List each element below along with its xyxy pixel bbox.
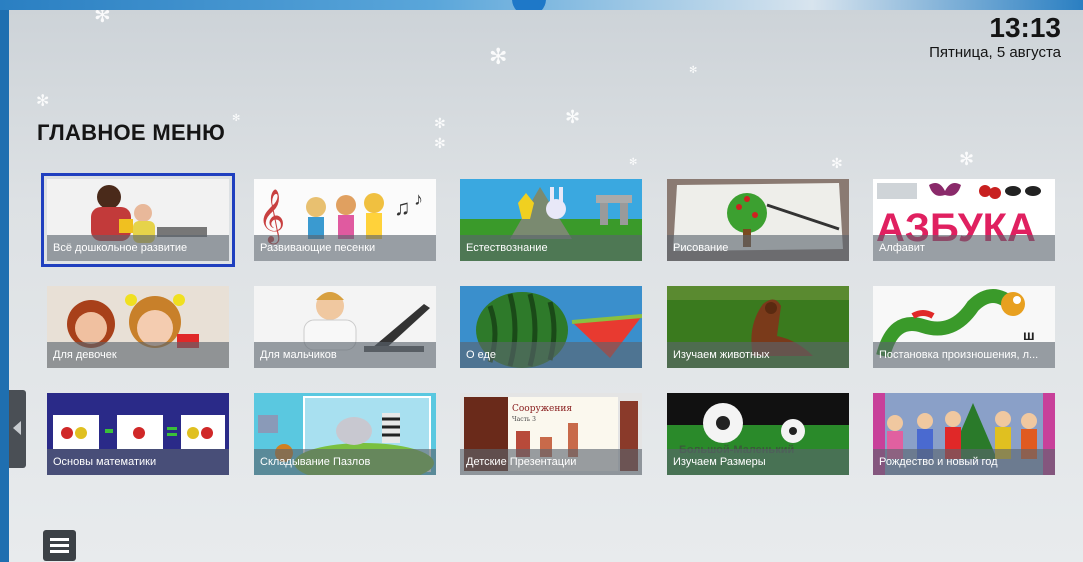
hamburger-menu-button[interactable] — [43, 530, 76, 561]
clock-widget: 13:13 Пятница, 5 августа — [929, 13, 1061, 62]
tile-label: О еде — [460, 342, 642, 368]
snowflake-icon: ✻ — [434, 135, 446, 151]
tile-label: Развивающие песенки — [254, 235, 436, 261]
snowflake-icon: ✻ — [959, 149, 975, 169]
snowflake-icon: ✻ — [831, 155, 843, 171]
hamburger-menu-icon-line — [50, 544, 69, 547]
tile-pronunciation[interactable]: ш Постановка произношения, л... — [873, 286, 1055, 368]
snowflake-icon: ✻ — [94, 10, 111, 27]
tile-label: Для девочек — [47, 342, 229, 368]
tile-label: Изучаем животных — [667, 342, 849, 368]
tile-label: Постановка произношения, л... — [873, 342, 1055, 368]
tile-preschool[interactable]: Всё дошкольное развитие — [41, 173, 235, 267]
tile-food[interactable]: О еде — [460, 286, 642, 368]
page-title: ГЛАВНОЕ МЕНЮ — [37, 120, 226, 145]
presentation-art-subtitle: Часть 3 — [512, 416, 536, 423]
tile-girls[interactable]: Для девочек — [47, 286, 229, 368]
tile-label: Рисование — [667, 235, 849, 261]
tile-label: Всё дошкольное развитие — [47, 235, 229, 261]
tile-label: Естествознание — [460, 235, 642, 261]
tile-boys[interactable]: Для мальчиков — [254, 286, 436, 368]
tile-christmas[interactable]: Рождество и новый год — [873, 393, 1055, 475]
tile-drawing[interactable]: Рисование — [667, 179, 849, 261]
tile-label: Для мальчиков — [254, 342, 436, 368]
tile-label: Рождество и новый год — [873, 449, 1055, 475]
snowflake-icon: ✻ — [36, 93, 50, 110]
presentation-art-title: Сооружения — [512, 404, 572, 414]
hamburger-menu-icon — [50, 538, 69, 541]
hamburger-menu-icon-line — [50, 550, 69, 553]
svg-text:ш: ш — [1023, 327, 1035, 343]
tile-presentations[interactable]: Сооружения Часть 3 Детские Презентации — [460, 393, 642, 475]
tile-sizes[interactable]: Большой-Маленький Изучаем Размеры — [667, 393, 849, 475]
clock-date: Пятница, 5 августа — [929, 44, 1061, 61]
tile-songs[interactable]: 𝄞 ♫ ♪ Развивающие песенки — [254, 179, 436, 261]
tile-nature[interactable]: Естествознание — [460, 179, 642, 261]
svg-text:♪: ♪ — [414, 189, 423, 209]
snowflake-icon: ✻ — [565, 107, 581, 127]
tile-animals[interactable]: Изучаем животных — [667, 286, 849, 368]
snowflake-icon: ✻ — [232, 113, 241, 124]
tile-label: Алфавит — [873, 235, 1055, 261]
side-panel-handle[interactable] — [9, 390, 26, 468]
svg-text:♫: ♫ — [394, 195, 411, 220]
tile-label: Изучаем Размеры — [667, 449, 849, 475]
tile-alphabet[interactable]: АЗБУКА Алфавит — [873, 179, 1055, 261]
tile-puzzles[interactable]: Складывание Пазлов — [254, 393, 436, 475]
tile-math[interactable]: Основы математики — [47, 393, 229, 475]
tile-label: Складывание Пазлов — [254, 449, 436, 475]
snowflake-icon: ✻ — [489, 44, 508, 69]
snowflake-icon: ✻ — [629, 157, 638, 168]
tile-label: Детские Презентации — [460, 449, 642, 475]
snowflake-icon: ✻ — [434, 115, 446, 131]
clock-time: 13:13 — [989, 12, 1061, 43]
tile-label: Основы математики — [47, 449, 229, 475]
snowflake-icon: ✻ — [689, 65, 698, 76]
chevron-left-icon — [13, 421, 21, 435]
